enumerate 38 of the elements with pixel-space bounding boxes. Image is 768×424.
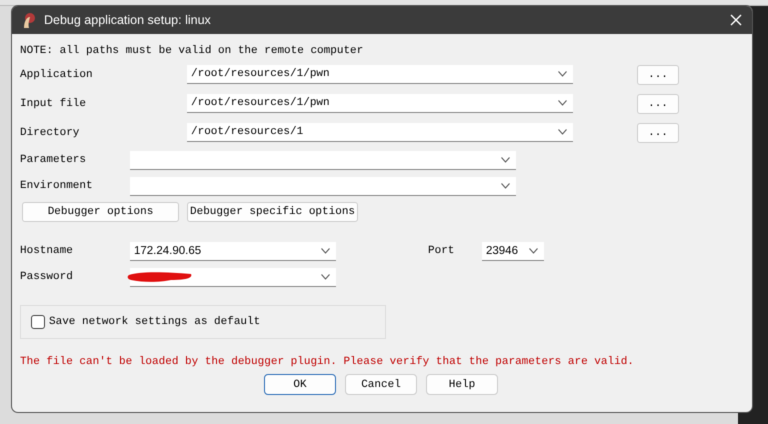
chevron-down-icon bbox=[501, 156, 510, 162]
combo-field[interactable]: /root/resources/1/pwn bbox=[187, 94, 573, 113]
chevron-down-icon bbox=[321, 274, 330, 280]
chevron-down-icon bbox=[558, 71, 567, 77]
port-field[interactable]: 23946 bbox=[482, 242, 544, 260]
combo-field[interactable]: /root/resources/1 bbox=[187, 123, 573, 142]
field-label: Environment bbox=[20, 180, 94, 192]
chevron-down-icon bbox=[558, 100, 567, 106]
chevron-down-icon bbox=[321, 248, 330, 254]
chevron-down-icon bbox=[501, 182, 510, 188]
hostname-label: Hostname bbox=[20, 245, 74, 257]
password-label: Password bbox=[20, 271, 74, 283]
note-text: NOTE: all paths must be valid on the remote computer bbox=[20, 44, 364, 59]
hostname-field[interactable]: 172.24.90.65 bbox=[130, 242, 336, 260]
close-icon[interactable] bbox=[730, 14, 742, 26]
chevron-down-icon bbox=[529, 248, 538, 254]
combo-field[interactable] bbox=[130, 176, 516, 196]
field-label: Application bbox=[20, 68, 94, 80]
options-button[interactable]: Debugger specific options bbox=[187, 202, 358, 222]
error-message: The file can't be loaded by the debugger plugin. Please verify that the parameters are valid. bbox=[20, 356, 635, 368]
browse-button[interactable]: ... bbox=[637, 64, 679, 84]
dialog-button[interactable]: Cancel bbox=[345, 374, 417, 395]
field-label: Parameters bbox=[20, 154, 88, 166]
field-label: Directory bbox=[20, 126, 80, 138]
window-title: Debug application setup: linux bbox=[44, 13, 212, 27]
combo-field[interactable]: /root/resources/1/pwn bbox=[187, 65, 573, 84]
field-label: Input file bbox=[20, 98, 88, 110]
dialog-button[interactable]: Help bbox=[426, 374, 498, 395]
combo-field[interactable] bbox=[130, 150, 516, 170]
save-settings-checkbox[interactable]: Save network settings as default bbox=[31, 315, 260, 329]
browse-button[interactable]: ... bbox=[637, 122, 679, 142]
checkbox-icon[interactable] bbox=[31, 315, 45, 329]
browse-button[interactable]: ... bbox=[637, 94, 679, 114]
dialog-button[interactable]: OK bbox=[264, 374, 336, 395]
password-field[interactable] bbox=[130, 268, 336, 286]
chevron-down-icon bbox=[558, 129, 567, 135]
options-button[interactable]: Debugger options bbox=[22, 202, 179, 222]
port-label: Port bbox=[428, 245, 456, 257]
